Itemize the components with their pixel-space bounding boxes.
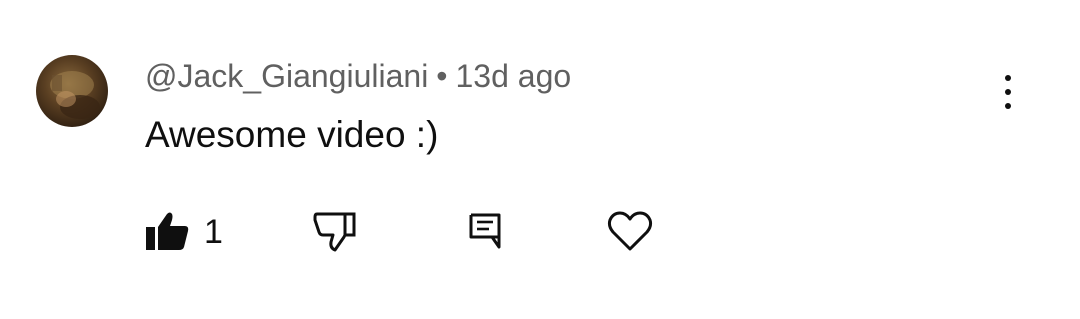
more-options-button[interactable] <box>988 68 1028 116</box>
dislike-button[interactable] <box>313 208 359 254</box>
like-count: 1 <box>204 213 223 251</box>
reply-button[interactable] <box>468 208 502 254</box>
avatar-image <box>50 71 100 119</box>
thumbs-down-outline-icon <box>313 212 356 252</box>
meta-separator: • <box>436 58 448 94</box>
heart-outline-icon <box>607 211 653 251</box>
heart-button[interactable] <box>607 208 653 254</box>
comment-body: Awesome video :) <box>145 114 439 155</box>
thumbs-up-filled-icon <box>146 212 189 250</box>
more-vertical-icon <box>1005 75 1011 81</box>
more-vertical-icon-dot <box>1005 103 1011 109</box>
comment-header: @Jack_Giangiuliani • 13d ago <box>145 57 571 95</box>
like-button[interactable] <box>144 208 190 254</box>
more-vertical-icon-dot <box>1005 89 1011 95</box>
comment-reply-icon <box>469 213 501 249</box>
avatar[interactable] <box>36 55 108 127</box>
comment-item: @Jack_Giangiuliani • 13d ago Awesome video… <box>0 0 1080 319</box>
author-name[interactable]: @Jack_Giangiuliani <box>145 58 428 94</box>
comment-timestamp: 13d ago <box>455 58 572 94</box>
